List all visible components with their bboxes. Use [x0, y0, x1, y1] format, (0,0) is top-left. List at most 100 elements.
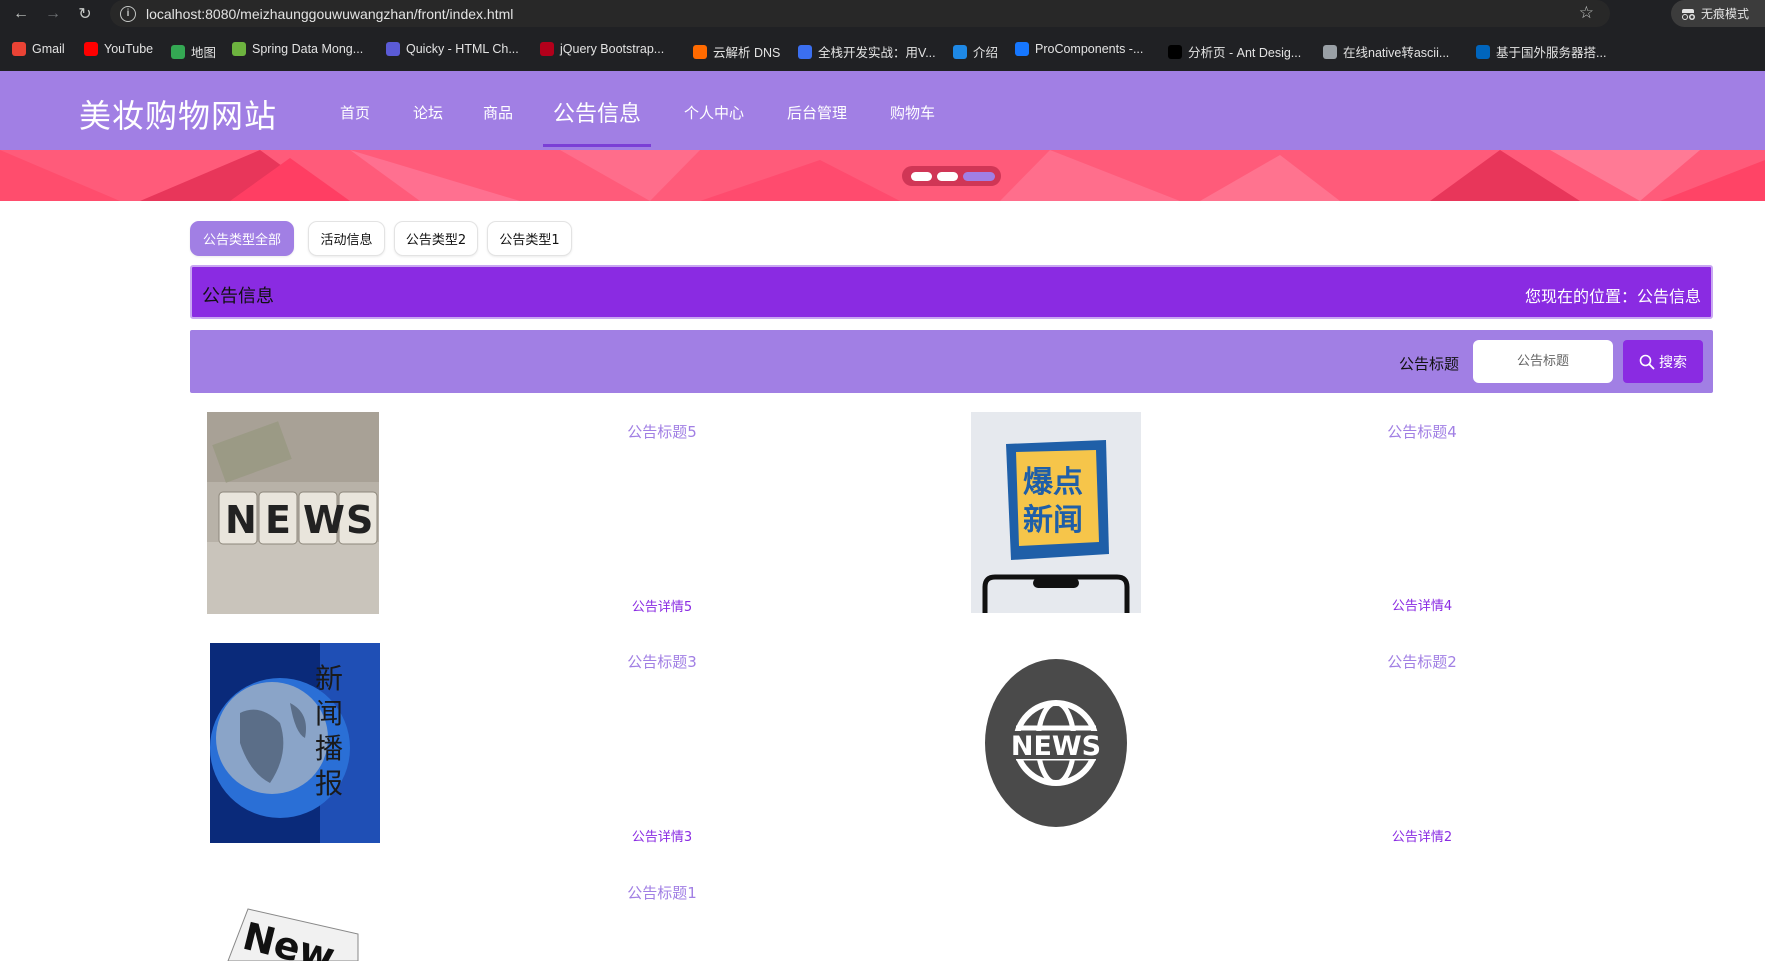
bookmark-label: Spring Data Mong...	[252, 42, 364, 56]
svg-text:播: 播	[315, 732, 343, 765]
filter-activity[interactable]: 活动信息	[308, 221, 385, 256]
bookmark-label: Quicky - HTML Ch...	[406, 42, 519, 56]
notice-title[interactable]: 公告标题4	[1322, 421, 1522, 442]
notice-detail[interactable]: 公告详情3	[562, 826, 762, 845]
scotland-flag-icon	[1476, 44, 1490, 59]
bookmark-label: Gmail	[32, 42, 65, 56]
notice-detail[interactable]: 公告详情2	[1322, 826, 1522, 845]
nav-cart[interactable]: 购物车	[890, 102, 935, 123]
search-button[interactable]: 搜索	[1623, 340, 1703, 383]
list-item: New 公告标题1	[190, 874, 950, 961]
notice-title[interactable]: 公告标题3	[562, 651, 762, 672]
list-item: NEWS 公告标题5 公告详情5	[190, 412, 950, 622]
bookmark-procomponents[interactable]: ProComponents -...	[1015, 42, 1143, 56]
back-arrow-icon[interactable]: ←	[10, 3, 32, 25]
nav-user-center[interactable]: 个人中心	[684, 102, 744, 123]
bookmark-intro[interactable]: 介绍	[953, 42, 998, 61]
bookmark-aliyun[interactable]: 云解析 DNS	[693, 42, 780, 61]
notice-title[interactable]: 公告标题5	[562, 421, 762, 442]
forward-arrow-icon[interactable]: →	[42, 3, 64, 25]
nav-products[interactable]: 商品	[483, 102, 513, 123]
notice-image-newspaper[interactable]: New	[223, 894, 363, 961]
bookmark-youtube[interactable]: YouTube	[84, 42, 153, 56]
svg-text:报: 报	[315, 767, 343, 800]
site-logo[interactable]: 美妆购物网站	[79, 91, 277, 137]
notice-image-baodian[interactable]: 爆点 新闻	[971, 412, 1141, 613]
spring-icon	[232, 42, 246, 56]
search-button-label: 搜索	[1659, 354, 1687, 371]
search-input[interactable]	[1473, 340, 1613, 383]
url-text[interactable]: localhost:8080/meizhaunggouwuwangzhan/fr…	[146, 6, 513, 22]
site-header: 美妆购物网站 首页 论坛 商品 公告信息 个人中心 后台管理 购物车	[0, 71, 1765, 150]
incognito-label: 无痕模式	[1701, 7, 1750, 21]
bookmark-spring[interactable]: Spring Data Mong...	[232, 42, 363, 56]
m-icon	[798, 44, 812, 59]
bookmark-scotland-flag[interactable]: 基于国外服务器搭...	[1476, 42, 1606, 61]
gmail-icon	[12, 42, 26, 56]
svg-text:W: W	[303, 498, 345, 542]
bookmark-globe[interactable]: 在线native转ascii...	[1323, 42, 1449, 61]
notice-detail[interactable]: 公告详情4	[1322, 595, 1522, 614]
bookmark-label: ProComponents -...	[1035, 42, 1144, 56]
intro-icon	[953, 44, 967, 59]
section-title-bar: 公告信息 您现在的位置：公告信息	[190, 265, 1713, 319]
bookmark-label: 云解析 DNS	[713, 46, 781, 60]
filter-type1[interactable]: 公告类型1	[487, 221, 572, 256]
incognito-badge[interactable]: 无痕模式	[1671, 0, 1765, 27]
bookmark-gmail[interactable]: Gmail	[12, 42, 65, 56]
svg-text:闻: 闻	[315, 697, 343, 730]
notice-image-news-globe-icon[interactable]: NEWS	[984, 643, 1129, 828]
carousel-dot-1[interactable]	[911, 171, 932, 181]
carousel-dot-2[interactable]	[937, 171, 958, 181]
youtube-icon	[84, 42, 98, 56]
nav-admin[interactable]: 后台管理	[787, 102, 847, 123]
bookmark-label: 在线native转ascii...	[1343, 46, 1450, 60]
bookmark-label: 基于国外服务器搭...	[1496, 46, 1607, 60]
svg-text:E: E	[265, 498, 291, 542]
bookmark-quicky[interactable]: Quicky - HTML Ch...	[386, 42, 519, 56]
jquery-icon	[540, 42, 554, 56]
bookmark-m[interactable]: 全栈开发实战：用V...	[798, 42, 936, 61]
pro-icon	[1168, 44, 1182, 59]
bookmark-maps[interactable]: 地图	[171, 42, 216, 61]
notice-title[interactable]: 公告标题2	[1322, 651, 1522, 672]
reload-icon[interactable]: ↻	[74, 3, 96, 25]
carousel-indicators	[902, 166, 1001, 186]
filter-type2[interactable]: 公告类型2	[394, 221, 478, 256]
svg-text:新: 新	[315, 662, 343, 695]
bookmark-label: 分析页 - Ant Desig...	[1188, 46, 1302, 60]
search-icon	[1639, 354, 1655, 369]
filter-all[interactable]: 公告类型全部	[190, 221, 294, 256]
section-title: 公告信息	[202, 286, 274, 307]
carousel-dot-3[interactable]	[963, 171, 995, 181]
bookmark-jquery[interactable]: jQuery Bootstrap...	[540, 42, 664, 56]
site-info-icon[interactable]: i	[120, 5, 136, 22]
banner-carousel[interactable]	[0, 150, 1765, 201]
address-bar[interactable]: i localhost:8080/meizhaunggouwuwangzhan/…	[110, 0, 1610, 27]
bookmark-label: 地图	[191, 46, 217, 60]
globe-icon	[1323, 44, 1337, 59]
notice-image-news-blocks[interactable]: NEWS	[207, 412, 379, 614]
bookmark-star-icon[interactable]: ☆	[1579, 3, 1594, 23]
search-bar: 公告标题 搜索	[190, 330, 1713, 393]
maps-icon	[171, 44, 185, 59]
search-label: 公告标题	[1399, 355, 1460, 373]
bookmark-label: 介绍	[973, 46, 999, 60]
quicky-icon	[386, 42, 400, 56]
list-item: 新闻播报 公告标题3 公告详情3	[190, 643, 950, 853]
banner-pattern	[0, 150, 1765, 201]
notice-detail[interactable]: 公告详情5	[562, 596, 762, 615]
bookmark-label: jQuery Bootstrap...	[560, 42, 665, 56]
svg-text:NEWS: NEWS	[1011, 731, 1101, 762]
nav-active-underline	[543, 144, 651, 147]
bookmark-label: YouTube	[104, 42, 154, 56]
bookmark-label: 全栈开发实战：用V...	[818, 46, 936, 60]
browser-toolbar: ← → ↻ i localhost:8080/meizhaunggouwuwan…	[0, 0, 1765, 27]
notice-image-globe[interactable]: 新闻播报	[210, 643, 380, 843]
nav-forum[interactable]: 论坛	[413, 102, 443, 123]
list-item: NEWS 公告标题2 公告详情2	[954, 643, 1714, 853]
nav-home[interactable]: 首页	[340, 102, 370, 123]
nav-notices[interactable]: 公告信息	[553, 96, 641, 128]
notice-title[interactable]: 公告标题1	[562, 882, 762, 903]
bookmark-pro[interactable]: 分析页 - Ant Desig...	[1168, 42, 1301, 61]
